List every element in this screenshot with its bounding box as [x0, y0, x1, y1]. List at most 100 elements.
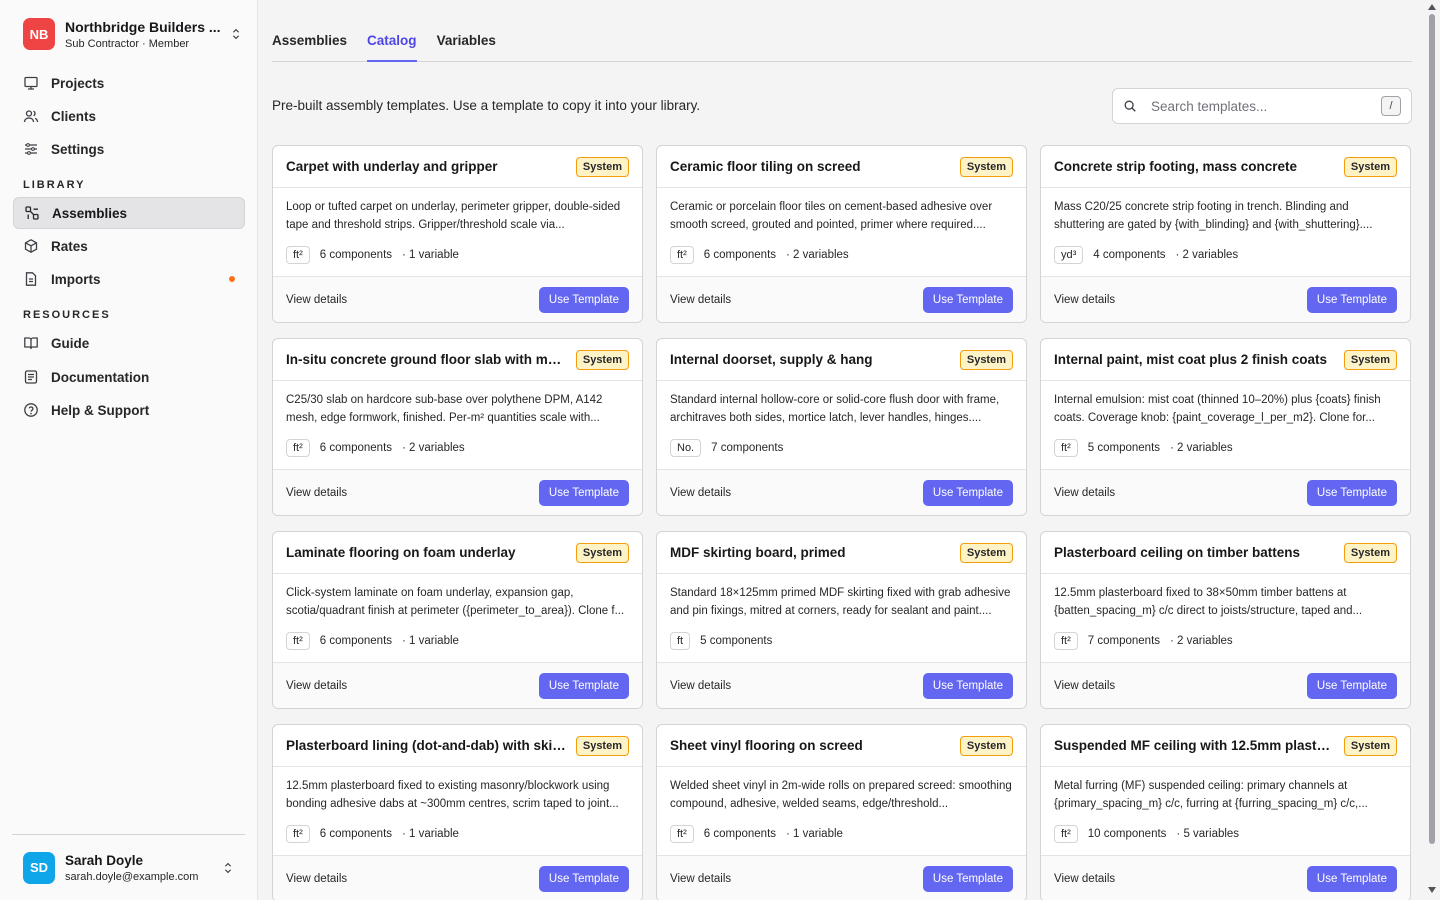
system-badge: System	[959, 349, 1013, 370]
variable-count: · 2 variables	[1170, 442, 1233, 454]
component-count: 7 components	[1087, 635, 1161, 647]
use-template-button[interactable]: Use Template	[922, 672, 1013, 699]
template-card: Sheet vinyl flooring on screed System We…	[656, 724, 1027, 900]
unit-badge: ft²	[1054, 632, 1078, 650]
unit-badge: ft²	[286, 439, 310, 457]
use-template-button[interactable]: Use Template	[922, 479, 1013, 506]
sidebar-item-guide[interactable]: Guide	[13, 327, 245, 359]
book-icon	[24, 337, 38, 350]
system-badge: System	[575, 349, 629, 370]
tab-variables[interactable]: Variables	[437, 26, 496, 62]
unit-badge: ft²	[286, 632, 310, 650]
view-details-link[interactable]: View details	[670, 873, 731, 885]
sidebar-item-imports[interactable]: Imports	[13, 263, 245, 295]
component-count: 6 components	[703, 828, 777, 840]
view-details-link[interactable]: View details	[286, 294, 347, 306]
user-menu[interactable]: SD Sarah Doyle sarah.doyle@example.com	[12, 834, 245, 900]
tab-assemblies[interactable]: Assemblies	[272, 26, 347, 62]
view-details-link[interactable]: View details	[1054, 873, 1115, 885]
template-description: Metal furring (MF) suspended ceiling: pr…	[1054, 780, 1368, 810]
unit-badge: ft	[670, 632, 691, 650]
projects-icon	[24, 76, 38, 90]
system-badge: System	[1343, 349, 1397, 370]
use-template-button[interactable]: Use Template	[1306, 479, 1397, 506]
tab-catalog[interactable]: Catalog	[367, 26, 417, 62]
template-title: Suspended MF ceiling with 12.5mm plaster…	[1054, 738, 1336, 753]
use-template-button[interactable]: Use Template	[538, 286, 629, 313]
use-template-button[interactable]: Use Template	[538, 479, 629, 506]
org-switcher[interactable]: NB Northbridge Builders ... Sub Contract…	[23, 17, 243, 51]
view-details-link[interactable]: View details	[670, 294, 731, 306]
template-grid: Carpet with underlay and gripper System …	[272, 145, 1412, 900]
sliders-icon	[25, 143, 37, 155]
section-label-library: LIBRARY	[23, 179, 86, 191]
sidebar-item-projects[interactable]: Projects	[13, 67, 245, 99]
template-description: Standard 18×125mm primed MDF skirting fi…	[670, 587, 1011, 617]
use-template-button[interactable]: Use Template	[538, 865, 629, 892]
template-card: Carpet with underlay and gripper System …	[272, 145, 643, 323]
template-title: Internal paint, mist coat plus 2 finish …	[1054, 352, 1328, 367]
document-icon	[24, 370, 38, 384]
sidebar-item-assemblies[interactable]: Assemblies	[13, 197, 245, 229]
template-title: Plasterboard lining (dot-and-dab) with s…	[286, 738, 568, 753]
section-label-resources: RESOURCES	[23, 309, 111, 321]
unit-badge: ft²	[286, 825, 310, 843]
sidebar-item-clients[interactable]: Clients	[13, 100, 245, 132]
template-description: Loop or tufted carpet on underlay, perim…	[286, 201, 621, 231]
scrollbar[interactable]	[1426, 0, 1438, 900]
template-card: Laminate flooring on foam underlay Syste…	[272, 531, 643, 709]
view-details-link[interactable]: View details	[670, 487, 731, 499]
unit-badge: ft²	[670, 246, 694, 264]
unit-badge: ft²	[1054, 825, 1078, 843]
system-badge: System	[575, 156, 629, 177]
scroll-up-arrow-icon[interactable]	[1428, 4, 1436, 10]
view-details-link[interactable]: View details	[1054, 294, 1115, 306]
unit-badge: No.	[670, 439, 702, 457]
user-name: Sarah Doyle	[65, 852, 144, 868]
scroll-down-arrow-icon[interactable]	[1428, 887, 1436, 893]
view-details-link[interactable]: View details	[286, 680, 347, 692]
use-template-button[interactable]: Use Template	[922, 865, 1013, 892]
sidebar-item-documentation[interactable]: Documentation	[13, 361, 245, 393]
search-box: /	[1112, 88, 1412, 124]
org-avatar: NB	[23, 18, 55, 50]
component-count: 5 components	[700, 635, 773, 647]
scroll-thumb[interactable]	[1429, 14, 1435, 844]
template-title: Laminate flooring on foam underlay	[286, 545, 516, 560]
template-card: Concrete strip footing, mass concrete Sy…	[1040, 145, 1411, 323]
template-card: MDF skirting board, primed System Standa…	[656, 531, 1027, 709]
system-badge: System	[959, 542, 1013, 563]
chevron-updown-icon	[232, 28, 240, 40]
org-role: Sub Contractor · Member	[65, 37, 190, 50]
template-title: Internal doorset, supply & hang	[670, 352, 873, 367]
template-title: In-situ concrete ground floor slab with …	[286, 352, 568, 367]
use-template-button[interactable]: Use Template	[538, 672, 629, 699]
use-template-button[interactable]: Use Template	[1306, 286, 1397, 313]
use-template-button[interactable]: Use Template	[1306, 865, 1397, 892]
variable-count: · 1 variable	[402, 828, 459, 840]
system-badge: System	[959, 735, 1013, 756]
use-template-button[interactable]: Use Template	[1306, 672, 1397, 699]
template-card: Suspended MF ceiling with 12.5mm plaster…	[1040, 724, 1411, 900]
view-details-link[interactable]: View details	[286, 487, 347, 499]
view-details-link[interactable]: View details	[286, 873, 347, 885]
component-count: 6 components	[319, 442, 393, 454]
sidebar-item-settings[interactable]: Settings	[13, 133, 245, 165]
search-input[interactable]	[1151, 98, 1381, 114]
template-description: Welded sheet vinyl in 2m-wide rolls on p…	[670, 780, 1012, 810]
system-badge: System	[959, 156, 1013, 177]
users-icon	[23, 110, 39, 123]
system-badge: System	[575, 735, 629, 756]
variable-count: · 1 variable	[786, 828, 843, 840]
page-description: Pre-built assembly templates. Use a temp…	[272, 98, 701, 113]
variable-count: · 2 variables	[402, 442, 465, 454]
view-details-link[interactable]: View details	[1054, 487, 1115, 499]
component-count: 6 components	[319, 828, 393, 840]
view-details-link[interactable]: View details	[670, 680, 731, 692]
view-details-link[interactable]: View details	[1054, 680, 1115, 692]
use-template-button[interactable]: Use Template	[922, 286, 1013, 313]
sidebar-item-rates[interactable]: Rates	[13, 230, 245, 262]
user-email: sarah.doyle@example.com	[65, 870, 199, 883]
sidebar-item-help[interactable]: Help & Support	[13, 394, 245, 426]
box-icon	[24, 239, 38, 253]
